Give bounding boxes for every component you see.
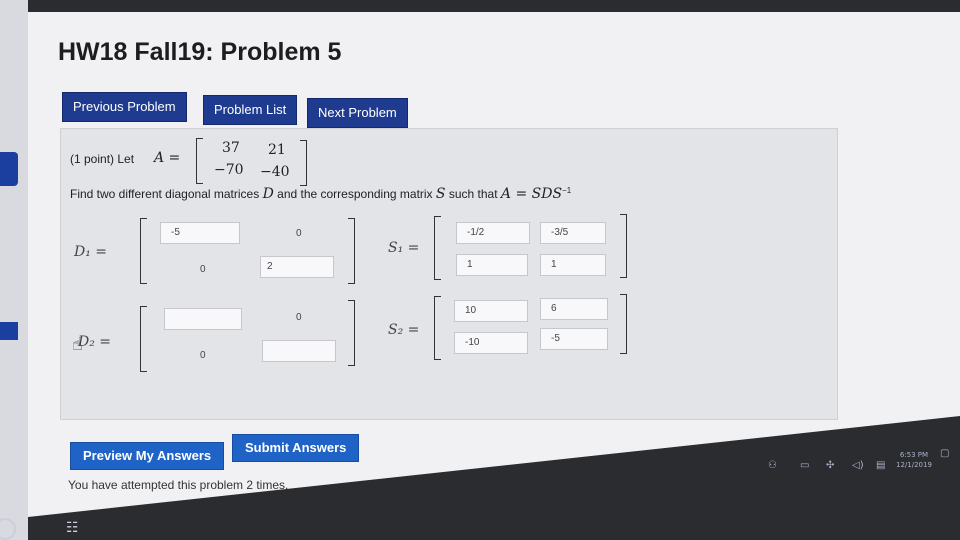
d2-entry-12: 0 xyxy=(296,312,302,323)
find-text: Find two different diagonal matrices D a… xyxy=(70,186,571,202)
matrix-a-11: 37 xyxy=(222,140,240,156)
s2-entry-22[interactable]: -5 xyxy=(540,328,608,350)
d2-entry-11[interactable] xyxy=(164,308,242,330)
formula-exponent: −1 xyxy=(562,186,572,195)
s-variable: S xyxy=(435,186,446,202)
d1-bracket-right xyxy=(348,218,355,284)
next-problem-button[interactable]: Next Problem xyxy=(307,98,408,128)
matrix-a-21: −70 xyxy=(214,162,244,178)
side-marker xyxy=(0,152,18,186)
d2-bracket-left xyxy=(140,306,147,372)
d2-bracket-right xyxy=(348,300,355,366)
preview-answers-button[interactable]: Preview My Answers xyxy=(70,442,225,470)
s1-entry-22[interactable]: 1 xyxy=(540,254,606,276)
matrix-a-label: A = xyxy=(154,150,181,166)
formula: A = SDS xyxy=(500,186,563,202)
clock-time: 6:53 PM xyxy=(899,451,929,459)
d1-label: D₁ = xyxy=(74,244,108,260)
d1-entry-11[interactable]: -5 xyxy=(160,222,240,244)
s2-entry-11[interactable]: 10 xyxy=(454,300,528,322)
d1-entry-12: 0 xyxy=(296,228,302,239)
problem-box xyxy=(60,128,838,420)
battery-icon: ▭ xyxy=(800,460,810,471)
screen: HW18 Fall19: Problem 5 Previous Problem … xyxy=(0,0,960,540)
s1-bracket-right xyxy=(620,214,627,278)
s1-bracket-left xyxy=(434,216,441,280)
s1-label: S₁ = xyxy=(388,240,420,256)
side-marker xyxy=(0,322,18,340)
d1-bracket-left xyxy=(140,218,147,284)
s2-bracket-right xyxy=(620,294,627,354)
submit-answers-button[interactable]: Submit Answers xyxy=(232,434,360,462)
find-text-part: such that xyxy=(448,187,498,201)
matrix-bracket xyxy=(300,140,307,186)
s1-entry-21[interactable]: 1 xyxy=(456,254,528,276)
page-title: HW18 Fall19: Problem 5 xyxy=(58,38,342,66)
find-text-part: Find two different diagonal matrices xyxy=(70,187,260,201)
s2-entry-12[interactable]: 6 xyxy=(540,298,608,320)
network-icon: ✣ xyxy=(826,460,835,471)
clock-date: 12/1/2019 xyxy=(896,461,932,469)
d1-entry-21: 0 xyxy=(200,264,206,275)
matrix-bracket xyxy=(196,138,203,184)
d2-entry-21: 0 xyxy=(200,350,206,361)
s1-entry-12[interactable]: -3/5 xyxy=(540,222,606,244)
find-text-part: and the corresponding matrix xyxy=(277,187,433,201)
s2-bracket-left xyxy=(434,296,441,360)
attempt-count-text: You have attempted this problem 2 times. xyxy=(68,478,289,492)
d-variable: D xyxy=(262,186,274,202)
s2-entry-21[interactable]: -10 xyxy=(454,332,528,354)
d1-entry-22[interactable]: 2 xyxy=(260,256,334,278)
s1-entry-11[interactable]: -1/2 xyxy=(456,222,530,244)
problem-list-button[interactable]: Problem List xyxy=(203,95,298,125)
d2-entry-22[interactable] xyxy=(262,340,336,362)
points-text: (1 point) Let xyxy=(70,152,135,166)
left-strip xyxy=(0,0,28,540)
previous-problem-button[interactable]: Previous Problem xyxy=(62,92,187,122)
taskbar-app-icon[interactable]: ☷ xyxy=(66,520,86,536)
hand-cursor-icon: ☝ xyxy=(72,334,83,355)
clock: 6:53 PM 12/1/2019 xyxy=(896,450,932,470)
matrix-a-12: 21 xyxy=(268,142,286,158)
volume-icon: ◁) xyxy=(852,460,864,471)
s2-label: S₂ = xyxy=(388,322,420,338)
people-icon: ⚇ xyxy=(768,460,777,471)
keyboard-icon: ▤ xyxy=(876,460,886,471)
notifications-icon[interactable]: ▢ xyxy=(940,448,949,459)
matrix-a-22: −40 xyxy=(260,164,290,180)
